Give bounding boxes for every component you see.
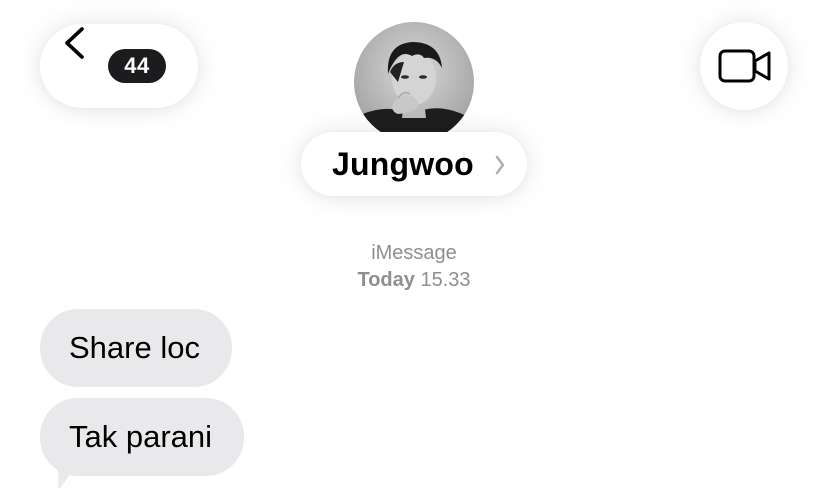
message-bubble-incoming[interactable]: Tak parani — [40, 398, 245, 476]
timestamp-day: Today — [357, 269, 415, 291]
avatar-photo — [354, 22, 474, 142]
message-bubble-incoming[interactable]: Share loc — [40, 309, 232, 387]
message-text: Tak parani — [69, 419, 213, 454]
chevron-right-icon — [495, 155, 505, 175]
contact-name: Jungwoo — [332, 146, 474, 182]
video-camera-icon[interactable] — [718, 48, 772, 84]
message-timestamp: Today 15.33 — [0, 268, 828, 292]
unread-count-badge: 44 — [108, 49, 166, 83]
timestamp-time: 15.33 — [420, 269, 471, 291]
message-text: Share loc — [69, 330, 200, 365]
chevron-left-icon[interactable] — [62, 26, 86, 60]
service-label: iMessage — [371, 242, 457, 264]
contact-avatar[interactable] — [354, 22, 474, 142]
